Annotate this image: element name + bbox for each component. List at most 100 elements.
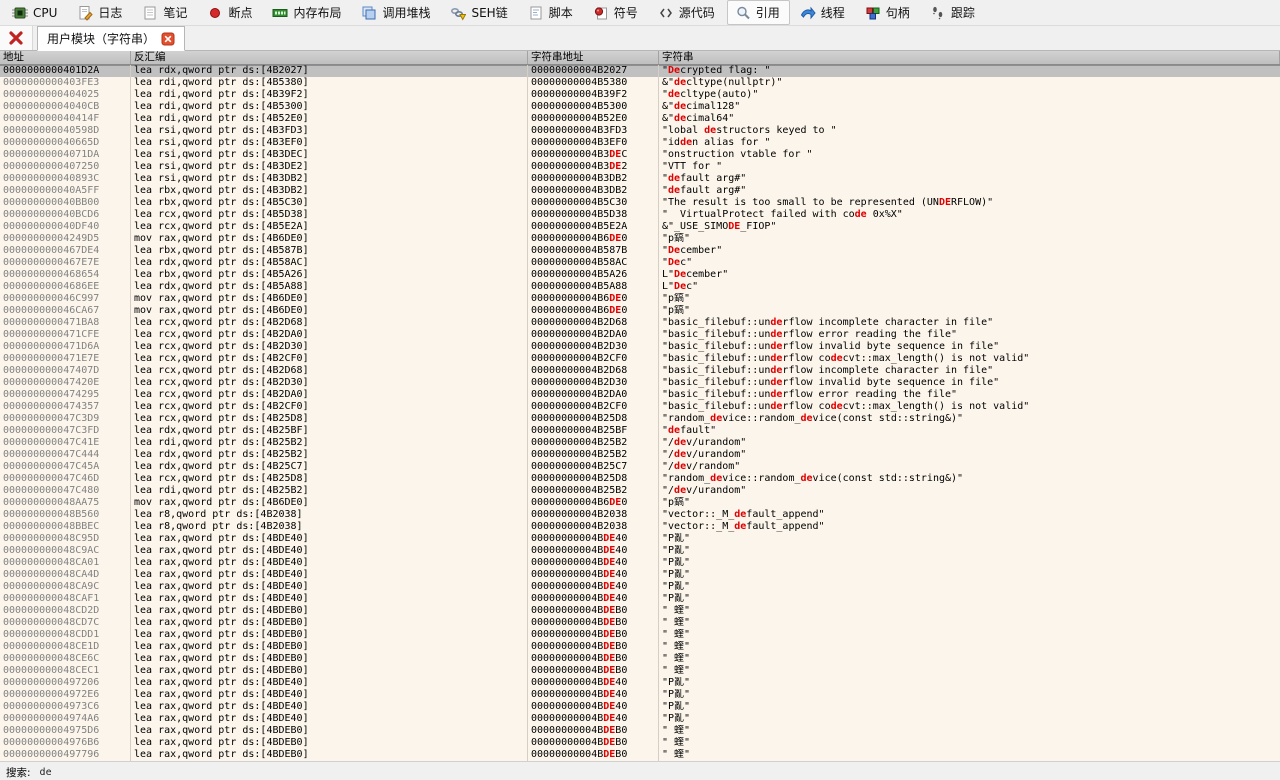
table-row[interactable]: 000000000048BBEClea r8,qword ptr ds:[4B2… <box>0 521 1280 533</box>
table-row[interactable]: 000000000048C9AClea rax,qword ptr ds:[4B… <box>0 545 1280 557</box>
table-row[interactable]: 000000000048C95Dlea rax,qword ptr ds:[4B… <box>0 533 1280 545</box>
string-address-cell: 00000000004BDEB0 <box>528 617 659 629</box>
table-row[interactable]: 00000000004071DAlea rsi,qword ptr ds:[4B… <box>0 149 1280 161</box>
table-row[interactable]: 00000000004972E6lea rax,qword ptr ds:[4B… <box>0 689 1280 701</box>
table-row[interactable]: 000000000048CDD1lea rax,qword ptr ds:[4B… <box>0 629 1280 641</box>
address-cell: 000000000047C41E <box>0 437 131 449</box>
address-cell: 00000000004973C6 <box>0 701 131 713</box>
table-row[interactable]: 000000000048AA75mov rax,qword ptr ds:[4B… <box>0 497 1280 509</box>
table-row[interactable]: 000000000046CA67mov rax,qword ptr ds:[4B… <box>0 305 1280 317</box>
toolbar-tab-label: 符号 <box>614 4 638 21</box>
string-address-cell: 00000000004B5300 <box>528 101 659 113</box>
toolbar-tab-log[interactable]: 日志 <box>69 0 132 25</box>
table-row[interactable]: 000000000047407Dlea rcx,qword ptr ds:[4B… <box>0 365 1280 377</box>
table-row[interactable]: 0000000000471CFElea rcx,qword ptr ds:[4B… <box>0 329 1280 341</box>
table-row[interactable]: 000000000048CD2Dlea rax,qword ptr ds:[4B… <box>0 605 1280 617</box>
table-row[interactable]: 000000000040893Clea rsi,qword ptr ds:[4B… <box>0 173 1280 185</box>
table-row[interactable]: 00000000004686EElea rdx,qword ptr ds:[4B… <box>0 281 1280 293</box>
table-row[interactable]: 000000000048CA01lea rax,qword ptr ds:[4B… <box>0 557 1280 569</box>
disasm-cell: mov rax,qword ptr ds:[4B6DE0] <box>131 305 528 317</box>
table-row[interactable]: 00000000004249D5mov rax,qword ptr ds:[4B… <box>0 233 1280 245</box>
toolbar-tab-call-stack[interactable]: 调用堆栈 <box>353 0 440 25</box>
address-cell: 0000000000471BA8 <box>0 317 131 329</box>
string-address-cell: 00000000004B2038 <box>528 521 659 533</box>
table-row[interactable]: 0000000000471D6Alea rcx,qword ptr ds:[4B… <box>0 341 1280 353</box>
table-row[interactable]: 000000000040BCD6lea rcx,qword ptr ds:[4B… <box>0 209 1280 221</box>
table-row[interactable]: 000000000048CA9Clea rax,qword ptr ds:[4B… <box>0 581 1280 593</box>
tab-close-icon[interactable] <box>161 32 175 46</box>
disasm-cell: lea rax,qword ptr ds:[4BDE40] <box>131 533 528 545</box>
table-row[interactable]: 0000000000467DE4lea rbx,qword ptr ds:[4B… <box>0 245 1280 257</box>
table-row[interactable]: 0000000000467E7Elea rdx,qword ptr ds:[4B… <box>0 257 1280 269</box>
toolbar-tab-handles[interactable]: 句柄 <box>857 0 920 25</box>
column-header-disasm[interactable]: 反汇编 <box>131 51 528 64</box>
table-row[interactable]: 000000000047420Elea rcx,qword ptr ds:[4B… <box>0 377 1280 389</box>
toolbar-tab-cpu[interactable]: CPU <box>4 0 67 25</box>
table-row[interactable]: 0000000000497206lea rax,qword ptr ds:[4B… <box>0 677 1280 689</box>
table-row[interactable]: 00000000004976B6lea rax,qword ptr ds:[4B… <box>0 737 1280 749</box>
table-row[interactable]: 000000000048B560lea r8,qword ptr ds:[4B2… <box>0 509 1280 521</box>
table-row[interactable]: 0000000000404025lea rdi,qword ptr ds:[4B… <box>0 89 1280 101</box>
table-row[interactable]: 0000000000474295lea rcx,qword ptr ds:[4B… <box>0 389 1280 401</box>
table-row[interactable]: 0000000000468654lea rbx,qword ptr ds:[4B… <box>0 269 1280 281</box>
string-cell: "/dev/urandom" <box>659 437 1280 449</box>
string-cell: "default arg#" <box>659 173 1280 185</box>
column-header-string-address[interactable]: 字符串地址 <box>528 51 659 64</box>
address-cell: 00000000004040CB <box>0 101 131 113</box>
toolbar-tab-notes[interactable]: 笔记 <box>134 0 197 25</box>
string-address-cell: 00000000004BDE40 <box>528 689 659 701</box>
table-row[interactable]: 000000000048CE1Dlea rax,qword ptr ds:[4B… <box>0 641 1280 653</box>
table-row[interactable]: 000000000047C480lea rdi,qword ptr ds:[4B… <box>0 485 1280 497</box>
toolbar-tab-source[interactable]: 源代码 <box>650 0 725 25</box>
table-row[interactable]: 000000000040BB00lea rbx,qword ptr ds:[4B… <box>0 197 1280 209</box>
toolbar-tab-trace[interactable]: 跟踪 <box>922 0 985 25</box>
table-row[interactable]: 000000000040414Flea rdi,qword ptr ds:[4B… <box>0 113 1280 125</box>
search-input[interactable]: de <box>40 767 100 778</box>
close-all-references-button[interactable] <box>0 26 33 50</box>
table-row[interactable]: 000000000047C45Alea rdx,qword ptr ds:[4B… <box>0 461 1280 473</box>
table-row[interactable]: 000000000040A5FFlea rbx,qword ptr ds:[4B… <box>0 185 1280 197</box>
toolbar-tab-references[interactable]: 引用 <box>727 0 790 25</box>
table-row[interactable]: 000000000046C997mov rax,qword ptr ds:[4B… <box>0 293 1280 305</box>
table-row[interactable]: 00000000004975D6lea rax,qword ptr ds:[4B… <box>0 725 1280 737</box>
table-row[interactable]: 000000000047C41Elea rdi,qword ptr ds:[4B… <box>0 437 1280 449</box>
table-row[interactable]: 000000000040DF40lea rcx,qword ptr ds:[4B… <box>0 221 1280 233</box>
table-row[interactable]: 00000000004974A6lea rax,qword ptr ds:[4B… <box>0 713 1280 725</box>
column-header-string[interactable]: 字符串 <box>659 51 1280 64</box>
table-row[interactable]: 00000000004973C6lea rax,qword ptr ds:[4B… <box>0 701 1280 713</box>
table-row[interactable]: 000000000047C3D9lea rcx,qword ptr ds:[4B… <box>0 413 1280 425</box>
toolbar-tab-seh-chain[interactable]: SEH链 <box>442 0 517 25</box>
table-row[interactable]: 000000000048CA4Dlea rax,qword ptr ds:[4B… <box>0 569 1280 581</box>
string-address-cell: 00000000004B3DEC <box>528 149 659 161</box>
toolbar-tab-symbols[interactable]: 符号 <box>585 0 648 25</box>
tab-user-modules-strings[interactable]: 用户模块（字符串） <box>37 26 185 51</box>
table-row[interactable]: 0000000000401D2Alea rdx,qword ptr ds:[4B… <box>0 65 1280 77</box>
toolbar-tab-label: 源代码 <box>679 4 715 21</box>
table-row[interactable]: 0000000000471BA8lea rcx,qword ptr ds:[4B… <box>0 317 1280 329</box>
table-row[interactable]: 000000000047C46Dlea rcx,qword ptr ds:[4B… <box>0 473 1280 485</box>
table-row[interactable]: 000000000048CEC1lea rax,qword ptr ds:[4B… <box>0 665 1280 677</box>
toolbar-tab-label: 句柄 <box>886 4 910 21</box>
column-header-address[interactable]: 地址 <box>0 51 131 64</box>
table-row[interactable]: 000000000048CD7Clea rax,qword ptr ds:[4B… <box>0 617 1280 629</box>
table-row[interactable]: 0000000000497796lea rax,qword ptr ds:[4B… <box>0 749 1280 761</box>
table-row[interactable]: 00000000004040CBlea rdi,qword ptr ds:[4B… <box>0 101 1280 113</box>
table-row[interactable]: 0000000000407250lea rsi,qword ptr ds:[4B… <box>0 161 1280 173</box>
table-row[interactable]: 000000000040598Dlea rsi,qword ptr ds:[4B… <box>0 125 1280 137</box>
toolbar-tab-memory-map[interactable]: 内存布局 <box>264 0 351 25</box>
toolbar-tab-breakpoints[interactable]: 断点 <box>199 0 262 25</box>
table-row[interactable]: 000000000047C3FDlea rdx,qword ptr ds:[4B… <box>0 425 1280 437</box>
trace-icon <box>930 5 946 21</box>
disasm-cell: lea rax,qword ptr ds:[4BDEB0] <box>131 617 528 629</box>
table-row[interactable]: 000000000047C444lea rdx,qword ptr ds:[4B… <box>0 449 1280 461</box>
toolbar-tab-threads[interactable]: 线程 <box>792 0 855 25</box>
table-row[interactable]: 0000000000471E7Elea rcx,qword ptr ds:[4B… <box>0 353 1280 365</box>
table-row[interactable]: 0000000000403FE3lea rdi,qword ptr ds:[4B… <box>0 77 1280 89</box>
table-row[interactable]: 0000000000474357lea rcx,qword ptr ds:[4B… <box>0 401 1280 413</box>
address-cell: 000000000048CD2D <box>0 605 131 617</box>
table-row[interactable]: 000000000040665Dlea rsi,qword ptr ds:[4B… <box>0 137 1280 149</box>
toolbar-tab-script[interactable]: 脚本 <box>520 0 583 25</box>
table-row[interactable]: 000000000048CE6Clea rax,qword ptr ds:[4B… <box>0 653 1280 665</box>
table-row[interactable]: 000000000048CAF1lea rax,qword ptr ds:[4B… <box>0 593 1280 605</box>
memory-map-icon <box>272 5 288 21</box>
